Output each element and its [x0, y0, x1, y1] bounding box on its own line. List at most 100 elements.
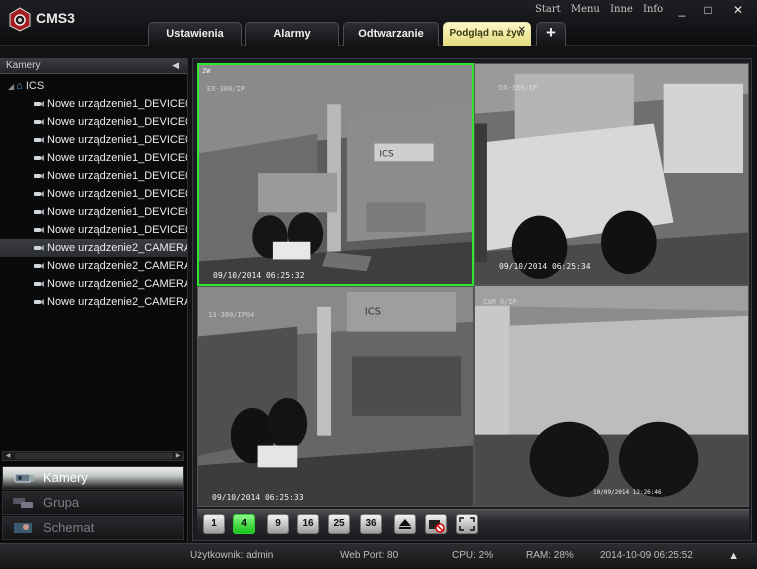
tab-alarmy[interactable]: Alarmy [245, 22, 339, 46]
svg-text:ICS: ICS [365, 307, 381, 318]
layout-1-button[interactable]: 1 [203, 514, 225, 534]
camera-icon [14, 473, 34, 483]
device-label: Nowe urządzenie2_CAMERA02 [47, 260, 187, 272]
camera-icon [34, 191, 44, 197]
camera-name: 13-380/IP04 [208, 311, 255, 319]
status-bar: Użytkownik: admin Web Port: 80 CPU: 2% R… [0, 543, 757, 569]
tree-device-item[interactable]: Nowe urządzenie2_CAMERA02 [0, 257, 187, 275]
tab-close-icon[interactable]: ✕ [518, 20, 526, 42]
camera-icon [34, 119, 44, 125]
live-view-area: ICS 2W EX-380/IP 09/10/2014 06:25:32 DX-… [192, 58, 752, 541]
svg-text:ICS: ICS [379, 149, 394, 159]
nav-kamery-button[interactable]: Kamery [2, 466, 184, 490]
tree-device-item[interactable]: Nowe urządzenie1_DEVICE08 [0, 221, 187, 239]
menu-info[interactable]: Info [643, 4, 663, 15]
camera-name: EX-380/IP [207, 85, 245, 93]
scroll-right-icon[interactable]: ▶ [173, 452, 183, 460]
video-cell-1[interactable]: ICS 2W EX-380/IP 09/10/2014 06:25:32 [197, 63, 474, 286]
tree-device-item[interactable]: Nowe urządzenie1_DEVICE02 [0, 113, 187, 131]
stop-recording-button[interactable] [425, 514, 447, 534]
home-icon: ⌂ [16, 80, 23, 92]
collapse-panel-icon[interactable]: ◀ [172, 58, 179, 73]
tree-device-item[interactable]: Nowe urządzenie1_DEVICE01 [0, 95, 187, 113]
device-label: Nowe urządzenie1_DEVICE05 [47, 170, 187, 182]
expand-up-icon[interactable]: ▲ [728, 550, 739, 562]
tree-device-item[interactable]: Nowe urządzenie2_CAMERA03 [0, 275, 187, 293]
device-label: Nowe urządzenie1_DEVICE08 [47, 224, 187, 236]
app-title: CMS3 [36, 10, 75, 26]
panel-header: Kamery ◀ [0, 58, 187, 74]
scroll-left-icon[interactable]: ◀ [3, 452, 13, 460]
horizontal-scrollbar[interactable]: ◀ ▶ [2, 451, 184, 461]
tree-device-item[interactable]: Nowe urządzenie1_DEVICE06 [0, 185, 187, 203]
scroll-thumb[interactable] [15, 453, 173, 459]
device-tree: ◢ ⌂ ICS Nowe urządzenie1_DEVICE01 Nowe urzą… [0, 74, 187, 311]
add-tab-button[interactable]: + [536, 22, 566, 46]
status-ram: RAM: 28% [526, 550, 574, 561]
camera-icon [34, 299, 44, 305]
menu-menu[interactable]: Menu [571, 4, 600, 15]
layout-9-button[interactable]: 9 [267, 514, 289, 534]
app-logo-icon [9, 7, 31, 32]
tree-device-item[interactable]: Nowe urządzenie1_DEVICE07 [0, 203, 187, 221]
tab-ustawienia[interactable]: Ustawienia [148, 22, 242, 46]
minimize-button[interactable]: _ [671, 2, 693, 18]
channel-label: 2W [202, 67, 211, 75]
device-label: Nowe urządzenie1_DEVICE01 [47, 98, 187, 110]
layout-36-button[interactable]: 36 [360, 514, 382, 534]
device-list: Nowe urządzenie1_DEVICE01 Nowe urządzenie… [0, 95, 187, 311]
device-label: Nowe urządzenie2_CAMERA01 [47, 242, 187, 254]
camera-icon [34, 209, 44, 215]
device-label: Nowe urządzenie2_CAMERA03 [47, 278, 187, 290]
menu-inne[interactable]: Inne [610, 4, 633, 15]
eject-icon [399, 519, 411, 529]
tree-device-item[interactable]: Nowe urządzenie2_CAMERA04 [0, 293, 187, 311]
layout-25-button[interactable]: 25 [328, 514, 350, 534]
layout-16-button[interactable]: 16 [297, 514, 319, 534]
camera-icon [34, 245, 44, 251]
close-button[interactable]: ✕ [727, 2, 749, 18]
tab-podglad[interactable]: Podgląd na żyw ✕ [443, 22, 531, 46]
camera-group-icon [13, 498, 33, 508]
video-cell-3[interactable]: ICS 13-380/IP04 09/10/2014 06:25:33 [197, 286, 474, 507]
maximize-button[interactable]: □ [697, 2, 719, 18]
camera-icon [34, 227, 44, 233]
tree-device-item[interactable]: Nowe urządzenie2_CAMERA01 [0, 239, 187, 257]
video-cell-4[interactable]: CAM 0/IP 10/09/2014 12:26:46 [474, 285, 749, 507]
video-cell-2[interactable]: DX-380/IP 09/10/2014 06:25:34 [474, 63, 749, 285]
tree-device-item[interactable]: Nowe urządzenie1_DEVICE05 [0, 167, 187, 185]
tree-device-item[interactable]: Nowe urządzenie1_DEVICE03 [0, 131, 187, 149]
camera-timestamp: 10/09/2014 12:26:46 [593, 489, 662, 496]
camera-timestamp: 09/10/2014 06:25:32 [213, 271, 305, 280]
device-label: Nowe urządzenie1_DEVICE06 [47, 188, 187, 200]
camera-icon [34, 155, 44, 161]
camera-panel: Kamery ◀ ◢ ⌂ ICS Nowe urządzenie1_DEVICE01… [0, 58, 188, 542]
camera-name: CAM 0/IP [483, 298, 517, 306]
nav-grupa-button[interactable]: Grupa [2, 491, 184, 515]
camera-feed-4 [475, 286, 748, 506]
device-label: Nowe urządzenie2_CAMERA04 [47, 296, 187, 308]
eject-button[interactable] [394, 514, 416, 534]
device-label: Nowe urządzenie1_DEVICE02 [47, 116, 187, 128]
camera-feed-1: ICS [199, 65, 472, 284]
tab-odtwarzanie[interactable]: Odtwarzanie [343, 22, 439, 46]
menu-start[interactable]: Start [535, 4, 561, 15]
camera-icon [34, 281, 44, 287]
device-label: Nowe urządzenie1_DEVICE03 [47, 134, 187, 146]
map-icon [14, 523, 32, 533]
layout-4-button[interactable]: 4 [233, 514, 255, 534]
camera-name: DX-380/IP [499, 84, 537, 92]
nav-schemat-button[interactable]: Schemat [2, 516, 184, 540]
expand-icon[interactable]: ◢ [8, 82, 14, 91]
tree-root[interactable]: ◢ ⌂ ICS [0, 78, 187, 95]
status-user: Użytkownik: admin [190, 550, 274, 561]
status-cpu: CPU: 2% [452, 550, 494, 561]
record-stop-icon [429, 520, 445, 533]
tree-device-item[interactable]: Nowe urządzenie1_DEVICE04 [0, 149, 187, 167]
camera-icon [34, 263, 44, 269]
fullscreen-button[interactable] [456, 514, 478, 534]
video-toolbar: 1 4 9 16 25 36 [197, 509, 749, 537]
camera-feed-2 [475, 64, 748, 284]
camera-timestamp: 09/10/2014 06:25:34 [499, 262, 591, 271]
top-menu: Start Menu Inne Info [535, 4, 670, 15]
